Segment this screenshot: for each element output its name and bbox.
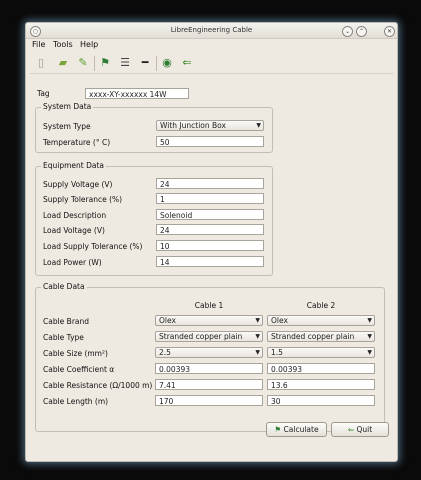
cable-2-coefficient-input[interactable]: 0.00393 bbox=[267, 363, 375, 374]
cable-1-type-select[interactable]: Stranded copper plain ▼ bbox=[155, 331, 263, 342]
new-document-icon[interactable]: ▯ bbox=[34, 56, 48, 70]
open-folder-icon[interactable]: ▰ bbox=[56, 56, 70, 70]
supply-voltage-label: Supply Voltage (V) bbox=[43, 180, 113, 189]
calculate-icon: ⚑ bbox=[274, 425, 282, 434]
supply-tolerance-label: Supply Tolerance (%) bbox=[43, 195, 123, 204]
cable-2-size-select[interactable]: 1.5 ▼ bbox=[267, 347, 375, 358]
cable-resistance-label: Cable Resistance (Ω/1000 m) bbox=[43, 381, 153, 390]
cable-2-header: Cable 2 bbox=[306, 301, 336, 310]
cable-1-size-select[interactable]: 2.5 ▼ bbox=[155, 347, 263, 358]
cable-data-title: Cable Data bbox=[41, 282, 87, 291]
load-supply-tolerance-input[interactable]: 10 bbox=[156, 240, 264, 251]
cable-coefficient-label: Cable Coefficient α bbox=[43, 365, 115, 374]
chevron-down-icon: ▼ bbox=[255, 333, 260, 340]
temperature-input[interactable]: 50 bbox=[156, 136, 264, 147]
maximize-icon[interactable]: ⌃ bbox=[356, 26, 367, 37]
chevron-down-icon: ▼ bbox=[255, 349, 260, 356]
cable-2-length-input[interactable]: 30 bbox=[267, 395, 375, 406]
minimize-icon[interactable]: ⌄ bbox=[342, 26, 353, 37]
cable-1-size-value: 2.5 bbox=[159, 348, 171, 357]
quit-icon: ⇐ bbox=[347, 425, 355, 434]
system-data-title: System Data bbox=[41, 102, 94, 111]
chevron-down-icon: ▼ bbox=[367, 349, 372, 356]
cable-1-coefficient-input[interactable]: 0.00393 bbox=[155, 363, 263, 374]
cable-1-type-value: Stranded copper plain bbox=[159, 332, 243, 341]
load-description-label: Load Description bbox=[43, 211, 107, 220]
menu-file[interactable]: File bbox=[32, 40, 45, 49]
cable-2-resistance-input[interactable]: 13.6 bbox=[267, 379, 375, 390]
chevron-down-icon: ▼ bbox=[367, 317, 372, 324]
toolbar: ▯ ▰ ✎ ⚑ ☰ ━ ◉ ⇐ bbox=[30, 53, 393, 74]
system-type-label: System Type bbox=[43, 122, 91, 131]
toolbar-separator bbox=[156, 56, 157, 71]
tool-wrench-icon[interactable]: ✎ bbox=[76, 56, 90, 70]
calculate-button[interactable]: ⚑ Calculate bbox=[266, 422, 327, 437]
cable-1-resistance-input[interactable]: 7.41 bbox=[155, 379, 263, 390]
load-supply-tolerance-label: Load Supply Tolerance (%) bbox=[43, 242, 143, 251]
tag-input[interactable]: xxxx-XY-xxxxxx 14W bbox=[85, 88, 189, 99]
menu-bar: File Tools Help bbox=[26, 39, 397, 51]
load-power-label: Load Power (W) bbox=[43, 258, 102, 267]
close-icon[interactable]: ✕ bbox=[384, 26, 395, 37]
chevron-down-icon: ▼ bbox=[367, 333, 372, 340]
supply-voltage-input[interactable]: 24 bbox=[156, 178, 264, 189]
equipment-data-title: Equipment Data bbox=[41, 161, 107, 170]
cable-2-type-select[interactable]: Stranded copper plain ▼ bbox=[267, 331, 375, 342]
app-window: ○ LibreEngineering Cable ⌄ ⌃ ✕ File Tool… bbox=[25, 22, 398, 462]
load-voltage-label: Load Voltage (V) bbox=[43, 226, 105, 235]
chevron-down-icon: ▼ bbox=[255, 317, 260, 324]
supply-tolerance-input[interactable]: 1 bbox=[156, 193, 264, 204]
cable-1-brand-value: Olex bbox=[159, 316, 176, 325]
quit-button[interactable]: ⇐ Quit bbox=[331, 422, 389, 437]
quit-icon[interactable]: ⇐ bbox=[180, 56, 194, 70]
calculate-label: Calculate bbox=[283, 425, 319, 434]
cable-size-label: Cable Size (mm²) bbox=[43, 349, 108, 358]
cable-1-header: Cable 1 bbox=[194, 301, 224, 310]
tag-label: Tag bbox=[37, 89, 50, 98]
report-list-icon[interactable]: ☰ bbox=[118, 56, 132, 70]
cable-1-brand-select[interactable]: Olex ▼ bbox=[155, 315, 263, 326]
title-bar[interactable]: ○ LibreEngineering Cable ⌄ ⌃ ✕ bbox=[26, 23, 397, 39]
cable-length-label: Cable Length (m) bbox=[43, 397, 109, 406]
menu-help[interactable]: Help bbox=[80, 40, 98, 49]
cable-2-size-value: 1.5 bbox=[271, 348, 283, 357]
cable-2-type-value: Stranded copper plain bbox=[271, 332, 355, 341]
system-type-value: With Junction Box bbox=[160, 121, 226, 130]
cable-brand-label: Cable Brand bbox=[43, 317, 90, 326]
cable-icon[interactable]: ━ bbox=[138, 56, 152, 70]
quit-label: Quit bbox=[356, 425, 373, 434]
system-type-select[interactable]: With Junction Box ▼ bbox=[156, 120, 264, 131]
load-power-input[interactable]: 14 bbox=[156, 256, 264, 267]
temperature-label: Temperature (° C) bbox=[43, 138, 111, 147]
menu-tools[interactable]: Tools bbox=[53, 40, 73, 49]
chevron-down-icon: ▼ bbox=[256, 122, 261, 129]
toolbar-separator bbox=[94, 56, 95, 71]
load-voltage-input[interactable]: 24 bbox=[156, 224, 264, 235]
cable-type-label: Cable Type bbox=[43, 333, 84, 342]
record-icon[interactable]: ◉ bbox=[160, 56, 174, 70]
load-description-input[interactable]: Solenoid bbox=[156, 209, 264, 220]
cable-2-brand-select[interactable]: Olex ▼ bbox=[267, 315, 375, 326]
run-person-icon[interactable]: ⚑ bbox=[98, 56, 112, 70]
cable-2-brand-value: Olex bbox=[271, 316, 288, 325]
cable-1-length-input[interactable]: 170 bbox=[155, 395, 263, 406]
